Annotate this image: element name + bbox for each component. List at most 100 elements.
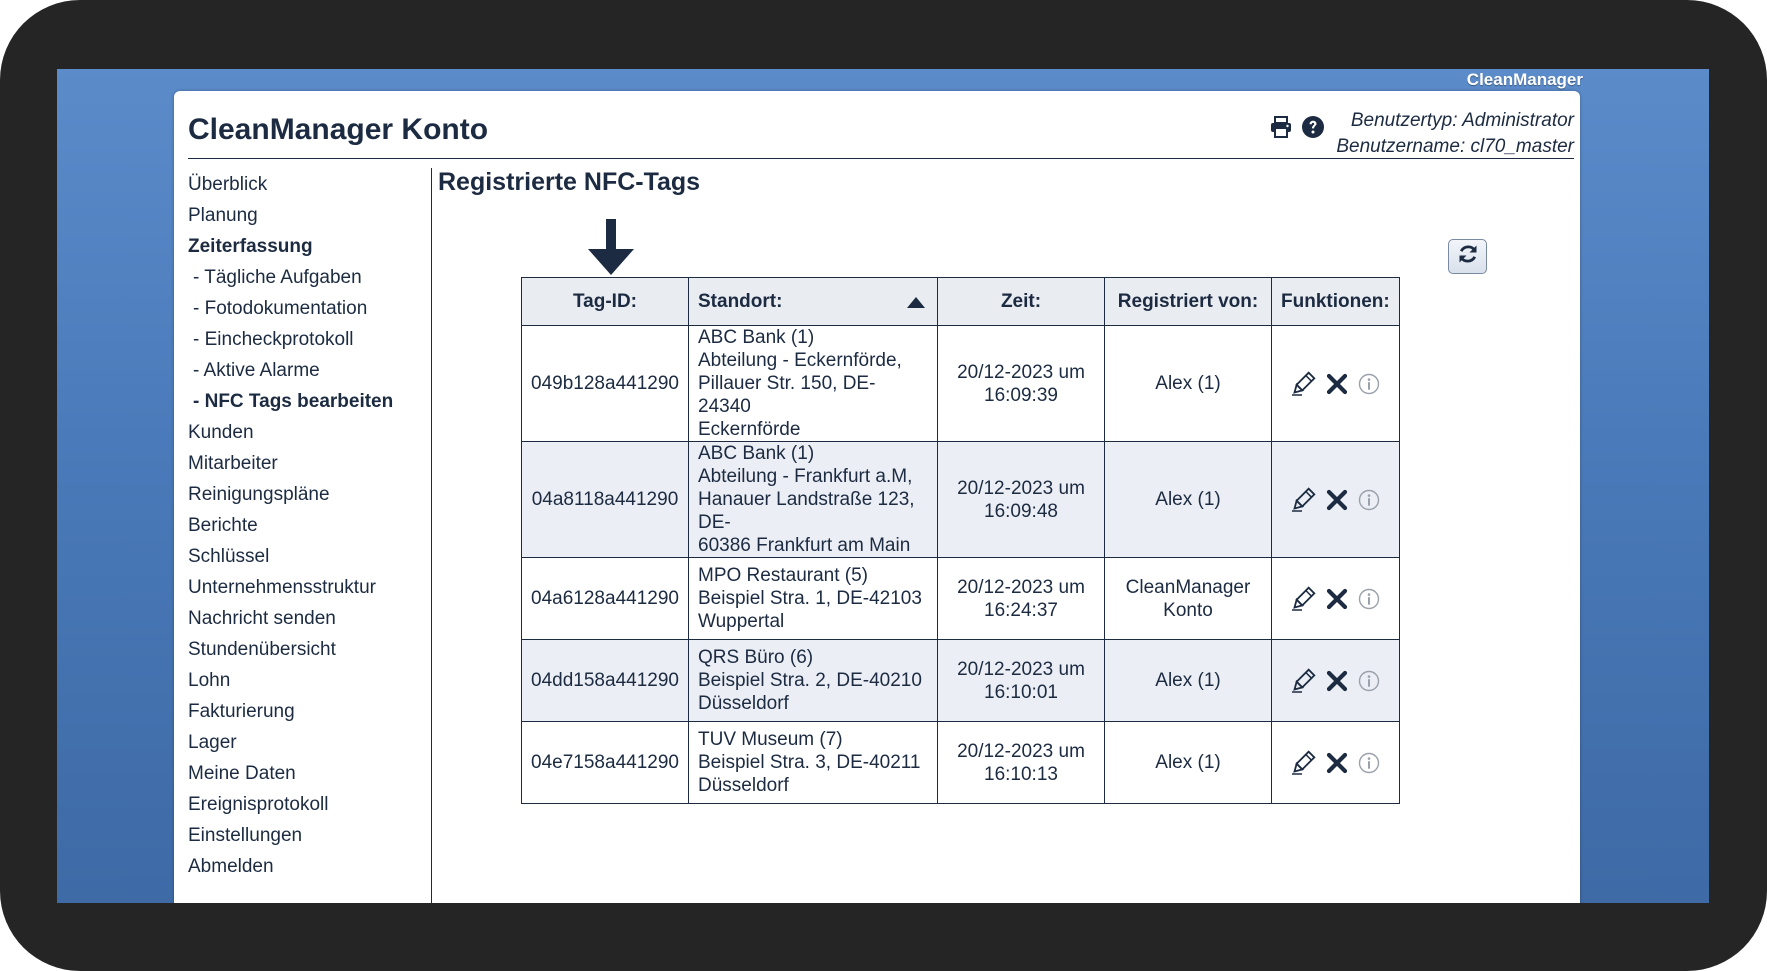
edit-pencil-icon[interactable] bbox=[1290, 486, 1316, 513]
standort-cell: MPO Restaurant (5) Beispiel Stra. 1, DE-4… bbox=[688, 557, 938, 640]
funktionen-cell bbox=[1271, 325, 1400, 442]
funktionen-cell bbox=[1271, 441, 1400, 558]
delete-x-icon[interactable] bbox=[1326, 588, 1348, 610]
standort-cell: TUV Museum (7) Beispiel Stra. 3, DE-40211… bbox=[688, 721, 938, 804]
user-info: Benutzertyp: Administrator Benutzername:… bbox=[1336, 108, 1574, 160]
sidebar-item[interactable]: Ereignisprotokoll bbox=[188, 789, 428, 820]
zeit-cell-line: 20/12-2023 um bbox=[957, 740, 1085, 762]
standort-cell-line: Düsseldorf bbox=[698, 693, 789, 714]
sidebar-item[interactable]: Abmelden bbox=[188, 851, 428, 882]
table-row: 04a6128a441290 MPO Restaurant (5) Beispiel… bbox=[521, 557, 1400, 640]
sidebar-item[interactable]: Unternehmensstruktur bbox=[188, 572, 428, 603]
registriert-von-cell-line: Konto bbox=[1163, 599, 1213, 621]
standort-cell-line: Wuppertal bbox=[698, 611, 785, 632]
tag-id-cell: 049b128a441290 bbox=[521, 325, 689, 442]
printer-icon[interactable] bbox=[1269, 115, 1293, 139]
sidebar-item[interactable]: Zeiterfassung bbox=[188, 231, 428, 262]
header-divider bbox=[188, 158, 1574, 159]
sidebar-item[interactable]: Schlüssel bbox=[188, 541, 428, 572]
zeit-cell: 20/12-2023 um 16:09:48 bbox=[937, 441, 1105, 558]
sidebar-item[interactable]: Einstellungen bbox=[188, 820, 428, 851]
sidebar-item[interactable]: Meine Daten bbox=[188, 758, 428, 789]
edit-pencil-icon[interactable] bbox=[1290, 370, 1316, 397]
standort-cell-line: 60386 Frankfurt am Main bbox=[698, 535, 911, 556]
delete-x-icon[interactable] bbox=[1326, 752, 1348, 774]
standort-cell-line: Beispiel Stra. 3, DE-40211 bbox=[698, 752, 921, 773]
registriert-von-cell: Alex (1) bbox=[1104, 325, 1272, 442]
device-frame: CleanManager CleanManager Konto Benutzer… bbox=[0, 0, 1767, 971]
column-header-registriert-von[interactable]: Registriert von: bbox=[1104, 277, 1272, 326]
sidebar-item[interactable]: Berichte bbox=[188, 510, 428, 541]
table-header-row: Tag-ID: Standort: Zeit: Registriert von:… bbox=[521, 277, 1400, 326]
sidebar-item[interactable]: Reinigungspläne bbox=[188, 479, 428, 510]
sidebar-item[interactable]: Kunden bbox=[188, 417, 428, 448]
sidebar-item[interactable]: Fakturierung bbox=[188, 696, 428, 727]
down-arrow-icon bbox=[586, 217, 636, 282]
sidebar-item[interactable]: - Fotodokumentation bbox=[188, 293, 428, 324]
standort-cell-line: Pillauer Str. 150, DE-24340 bbox=[698, 373, 876, 417]
info-icon[interactable] bbox=[1358, 670, 1380, 692]
sidebar-item[interactable]: - Tägliche Aufgaben bbox=[188, 262, 428, 293]
edit-pencil-icon[interactable] bbox=[1290, 749, 1316, 776]
standort-cell-line: ABC Bank (1) bbox=[698, 443, 815, 464]
zeit-cell-line: 20/12-2023 um bbox=[957, 477, 1085, 499]
sidebar-item[interactable]: Überblick bbox=[188, 169, 428, 200]
zeit-cell-line: 20/12-2023 um bbox=[957, 658, 1085, 680]
delete-x-icon[interactable] bbox=[1326, 670, 1348, 692]
sidebar-item[interactable]: - Aktive Alarme bbox=[188, 355, 428, 386]
zeit-cell-line: 20/12-2023 um bbox=[957, 361, 1085, 383]
zeit-cell: 20/12-2023 um 16:09:39 bbox=[937, 325, 1105, 442]
table-row: 04a8118a441290 ABC Bank (1) Abteilung - Fr… bbox=[521, 441, 1400, 558]
sidebar-item[interactable]: Lager bbox=[188, 727, 428, 758]
row-actions bbox=[1281, 370, 1390, 397]
standort-cell-line: QRS Büro (6) bbox=[698, 647, 814, 668]
registriert-von-cell: CleanManager Konto bbox=[1104, 557, 1272, 640]
app-window: CleanManager Konto Benutzertyp: Administ… bbox=[174, 91, 1580, 903]
row-actions bbox=[1281, 486, 1390, 513]
standort-cell-line: ABC Bank (1) bbox=[698, 327, 815, 348]
sidebar-item[interactable]: Stundenübersicht bbox=[188, 634, 428, 665]
registriert-von-cell-line: Alex (1) bbox=[1155, 489, 1221, 510]
row-actions bbox=[1281, 667, 1390, 694]
refresh-button[interactable] bbox=[1448, 239, 1487, 274]
column-header-tag-id[interactable]: Tag-ID: bbox=[521, 277, 689, 326]
column-header-standort-label: Standort: bbox=[698, 290, 783, 312]
funktionen-cell bbox=[1271, 639, 1400, 722]
info-icon[interactable] bbox=[1358, 752, 1380, 774]
delete-x-icon[interactable] bbox=[1326, 489, 1348, 511]
info-icon[interactable] bbox=[1358, 588, 1380, 610]
sidebar-item[interactable]: Lohn bbox=[188, 665, 428, 696]
tag-id-cell: 04a8118a441290 bbox=[521, 441, 689, 558]
desktop-screen: CleanManager CleanManager Konto Benutzer… bbox=[57, 69, 1709, 903]
user-name: Benutzername: cl70_master bbox=[1336, 136, 1574, 157]
registriert-von-cell: Alex (1) bbox=[1104, 639, 1272, 722]
standort-cell-line: TUV Museum (7) bbox=[698, 729, 843, 750]
standort-cell-line: Beispiel Stra. 2, DE-40210 bbox=[698, 670, 922, 691]
column-header-zeit[interactable]: Zeit: bbox=[937, 277, 1105, 326]
sidebar-divider bbox=[431, 168, 432, 903]
zeit-cell-line: 16:10:13 bbox=[984, 763, 1058, 785]
sidebar-item[interactable]: Planung bbox=[188, 200, 428, 231]
sidebar-item[interactable]: Nachricht senden bbox=[188, 603, 428, 634]
column-header-standort[interactable]: Standort: bbox=[688, 277, 938, 326]
delete-x-icon[interactable] bbox=[1326, 373, 1348, 395]
edit-pencil-icon[interactable] bbox=[1290, 585, 1316, 612]
sidebar-nav: Überblick Planung Zeiterfassung - Tägliche … bbox=[188, 169, 428, 882]
zeit-cell-line: 20/12-2023 um bbox=[957, 576, 1085, 598]
zeit-cell-line: 16:24:37 bbox=[984, 599, 1058, 621]
info-icon[interactable] bbox=[1358, 373, 1380, 395]
zeit-cell: 20/12-2023 um 16:10:13 bbox=[937, 721, 1105, 804]
sidebar-item[interactable]: Mitarbeiter bbox=[188, 448, 428, 479]
sort-ascending-icon[interactable] bbox=[907, 297, 925, 308]
help-icon[interactable] bbox=[1301, 115, 1325, 139]
sidebar-item[interactable]: - NFC Tags bearbeiten bbox=[188, 386, 428, 417]
zeit-cell-line: 16:09:39 bbox=[984, 384, 1058, 406]
table-row: 04e7158a441290 TUV Museum (7) Beispiel Str… bbox=[521, 721, 1400, 804]
table-row: 049b128a441290 ABC Bank (1) Abteilung - Ec… bbox=[521, 325, 1400, 442]
zeit-cell-line: 16:09:48 bbox=[984, 500, 1058, 522]
sidebar-item[interactable]: - Eincheckprotokoll bbox=[188, 324, 428, 355]
table-body: 049b128a441290 ABC Bank (1) Abteilung - Ec… bbox=[521, 325, 1400, 804]
edit-pencil-icon[interactable] bbox=[1290, 667, 1316, 694]
info-icon[interactable] bbox=[1358, 489, 1380, 511]
table-row: 04dd158a441290 QRS Büro (6) Beispiel Stra.… bbox=[521, 639, 1400, 722]
